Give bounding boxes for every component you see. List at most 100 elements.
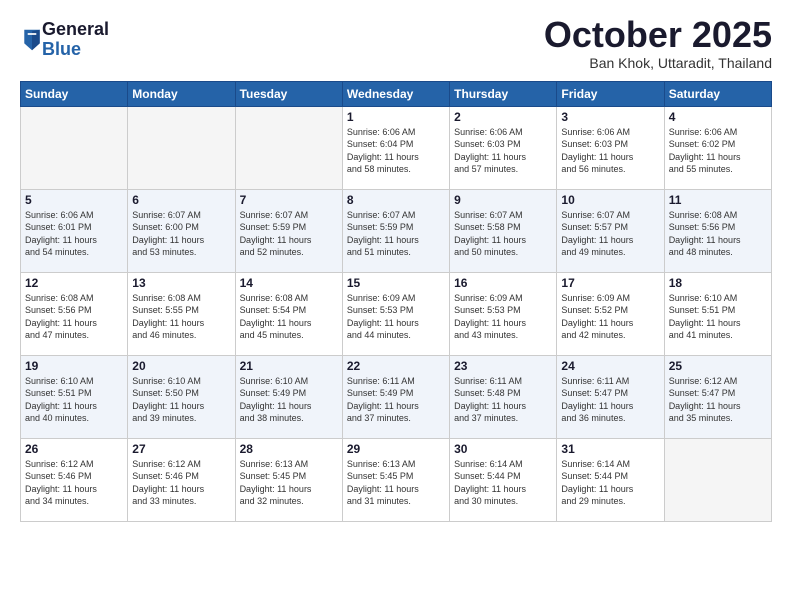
- table-row: 21 Sunrise: 6:10 AMSunset: 5:49 PMDayligh…: [235, 355, 342, 438]
- table-row: 5 Sunrise: 6:06 AMSunset: 6:01 PMDaylight…: [21, 189, 128, 272]
- table-row: 11 Sunrise: 6:08 AMSunset: 5:56 PMDayligh…: [664, 189, 771, 272]
- day-number: 24: [561, 359, 659, 373]
- day-info: Sunrise: 6:12 AMSunset: 5:47 PMDaylight:…: [669, 375, 767, 425]
- table-row: 23Sunrise: 6:11 AMSunset: 5:48 PMDayligh…: [450, 355, 557, 438]
- table-row: 2 Sunrise: 6:06 AMSunset: 6:03 PMDaylight…: [450, 106, 557, 189]
- day-info: Sunrise: 6:08 AMSunset: 5:54 PMDaylight:…: [240, 292, 338, 342]
- day-info: Sunrise: 6:13 AMSunset: 5:45 PMDaylight:…: [240, 458, 338, 508]
- calendar-week-row: 1 Sunrise: 6:06 AMSunset: 6:04 PMDaylight…: [21, 106, 772, 189]
- table-row: 28 Sunrise: 6:13 AMSunset: 5:45 PMDayligh…: [235, 438, 342, 521]
- day-number: 22: [347, 359, 445, 373]
- day-info: Sunrise: 6:07 AMSunset: 5:59 PMDaylight:…: [240, 209, 338, 259]
- header-saturday: Saturday: [664, 81, 771, 106]
- table-row: 4 Sunrise: 6:06 AMSunset: 6:02 PMDaylight…: [664, 106, 771, 189]
- day-info: Sunrise: 6:07 AMSunset: 5:57 PMDaylight:…: [561, 209, 659, 259]
- table-row: 8 Sunrise: 6:07 AMSunset: 5:59 PMDaylight…: [342, 189, 449, 272]
- table-row: 12 Sunrise: 6:08 AMSunset: 5:56 PMDayligh…: [21, 272, 128, 355]
- day-info: Sunrise: 6:07 AMSunset: 6:00 PMDaylight:…: [132, 209, 230, 259]
- day-number: 5: [25, 193, 123, 207]
- day-info: Sunrise: 6:10 AMSunset: 5:50 PMDaylight:…: [132, 375, 230, 425]
- table-row: 17 Sunrise: 6:09 AMSunset: 5:52 PMDayligh…: [557, 272, 664, 355]
- table-row: 6 Sunrise: 6:07 AMSunset: 6:00 PMDaylight…: [128, 189, 235, 272]
- calendar-week-row: 12 Sunrise: 6:08 AMSunset: 5:56 PMDayligh…: [21, 272, 772, 355]
- day-info: Sunrise: 6:06 AMSunset: 6:03 PMDaylight:…: [561, 126, 659, 176]
- day-number: 11: [669, 193, 767, 207]
- table-row: 10 Sunrise: 6:07 AMSunset: 5:57 PMDayligh…: [557, 189, 664, 272]
- header-thursday: Thursday: [450, 81, 557, 106]
- logo-icon: [22, 28, 42, 52]
- day-info: Sunrise: 6:14 AMSunset: 5:44 PMDaylight:…: [561, 458, 659, 508]
- table-row: [664, 438, 771, 521]
- day-number: 21: [240, 359, 338, 373]
- calendar-week-row: 26 Sunrise: 6:12 AMSunset: 5:46 PMDayligh…: [21, 438, 772, 521]
- table-row: 3 Sunrise: 6:06 AMSunset: 6:03 PMDaylight…: [557, 106, 664, 189]
- day-info: Sunrise: 6:08 AMSunset: 5:55 PMDaylight:…: [132, 292, 230, 342]
- table-row: 30Sunrise: 6:14 AMSunset: 5:44 PMDayligh…: [450, 438, 557, 521]
- calendar-week-row: 19 Sunrise: 6:10 AMSunset: 5:51 PMDayligh…: [21, 355, 772, 438]
- day-info: Sunrise: 6:13 AMSunset: 5:45 PMDaylight:…: [347, 458, 445, 508]
- table-row: 15 Sunrise: 6:09 AMSunset: 5:53 PMDayligh…: [342, 272, 449, 355]
- day-number: 14: [240, 276, 338, 290]
- calendar-header-row: Sunday Monday Tuesday Wednesday Thursday…: [21, 81, 772, 106]
- day-info: Sunrise: 6:08 AMSunset: 5:56 PMDaylight:…: [25, 292, 123, 342]
- day-number: 16: [454, 276, 552, 290]
- header-monday: Monday: [128, 81, 235, 106]
- month-title: October 2025: [544, 15, 772, 55]
- table-row: 1 Sunrise: 6:06 AMSunset: 6:04 PMDaylight…: [342, 106, 449, 189]
- day-number: 10: [561, 193, 659, 207]
- day-number: 8: [347, 193, 445, 207]
- day-number: 12: [25, 276, 123, 290]
- day-number: 2: [454, 110, 552, 124]
- day-info: Sunrise: 6:11 AMSunset: 5:48 PMDaylight:…: [454, 375, 552, 425]
- title-area: October 2025 Ban Khok, Uttaradit, Thaila…: [544, 15, 772, 71]
- header-sunday: Sunday: [21, 81, 128, 106]
- calendar: Sunday Monday Tuesday Wednesday Thursday…: [20, 81, 772, 522]
- day-info: Sunrise: 6:10 AMSunset: 5:51 PMDaylight:…: [25, 375, 123, 425]
- day-number: 9: [454, 193, 552, 207]
- table-row: [235, 106, 342, 189]
- header: General Blue October 2025 Ban Khok, Utta…: [20, 15, 772, 71]
- day-number: 25: [669, 359, 767, 373]
- day-info: Sunrise: 6:11 AMSunset: 5:47 PMDaylight:…: [561, 375, 659, 425]
- day-number: 15: [347, 276, 445, 290]
- day-info: Sunrise: 6:10 AMSunset: 5:49 PMDaylight:…: [240, 375, 338, 425]
- table-row: 20Sunrise: 6:10 AMSunset: 5:50 PMDayligh…: [128, 355, 235, 438]
- header-tuesday: Tuesday: [235, 81, 342, 106]
- table-row: 22Sunrise: 6:11 AMSunset: 5:49 PMDayligh…: [342, 355, 449, 438]
- day-number: 7: [240, 193, 338, 207]
- day-info: Sunrise: 6:12 AMSunset: 5:46 PMDaylight:…: [132, 458, 230, 508]
- day-number: 18: [669, 276, 767, 290]
- day-info: Sunrise: 6:12 AMSunset: 5:46 PMDaylight:…: [25, 458, 123, 508]
- table-row: 13Sunrise: 6:08 AMSunset: 5:55 PMDayligh…: [128, 272, 235, 355]
- day-info: Sunrise: 6:09 AMSunset: 5:53 PMDaylight:…: [347, 292, 445, 342]
- day-number: 28: [240, 442, 338, 456]
- day-number: 3: [561, 110, 659, 124]
- table-row: 19 Sunrise: 6:10 AMSunset: 5:51 PMDayligh…: [21, 355, 128, 438]
- day-info: Sunrise: 6:06 AMSunset: 6:02 PMDaylight:…: [669, 126, 767, 176]
- day-number: 30: [454, 442, 552, 456]
- day-number: 17: [561, 276, 659, 290]
- day-number: 4: [669, 110, 767, 124]
- day-number: 26: [25, 442, 123, 456]
- calendar-week-row: 5 Sunrise: 6:06 AMSunset: 6:01 PMDaylight…: [21, 189, 772, 272]
- day-number: 1: [347, 110, 445, 124]
- day-info: Sunrise: 6:07 AMSunset: 5:58 PMDaylight:…: [454, 209, 552, 259]
- page: General Blue October 2025 Ban Khok, Utta…: [0, 0, 792, 612]
- table-row: 27Sunrise: 6:12 AMSunset: 5:46 PMDayligh…: [128, 438, 235, 521]
- day-info: Sunrise: 6:06 AMSunset: 6:03 PMDaylight:…: [454, 126, 552, 176]
- day-number: 6: [132, 193, 230, 207]
- logo: General Blue: [20, 20, 109, 60]
- table-row: [128, 106, 235, 189]
- day-info: Sunrise: 6:09 AMSunset: 5:52 PMDaylight:…: [561, 292, 659, 342]
- location-subtitle: Ban Khok, Uttaradit, Thailand: [544, 55, 772, 71]
- day-info: Sunrise: 6:06 AMSunset: 6:04 PMDaylight:…: [347, 126, 445, 176]
- table-row: 7 Sunrise: 6:07 AMSunset: 5:59 PMDaylight…: [235, 189, 342, 272]
- table-row: 29Sunrise: 6:13 AMSunset: 5:45 PMDayligh…: [342, 438, 449, 521]
- table-row: 31Sunrise: 6:14 AMSunset: 5:44 PMDayligh…: [557, 438, 664, 521]
- logo-general: General: [42, 20, 109, 40]
- day-info: Sunrise: 6:08 AMSunset: 5:56 PMDaylight:…: [669, 209, 767, 259]
- day-number: 19: [25, 359, 123, 373]
- day-info: Sunrise: 6:06 AMSunset: 6:01 PMDaylight:…: [25, 209, 123, 259]
- day-info: Sunrise: 6:07 AMSunset: 5:59 PMDaylight:…: [347, 209, 445, 259]
- day-info: Sunrise: 6:09 AMSunset: 5:53 PMDaylight:…: [454, 292, 552, 342]
